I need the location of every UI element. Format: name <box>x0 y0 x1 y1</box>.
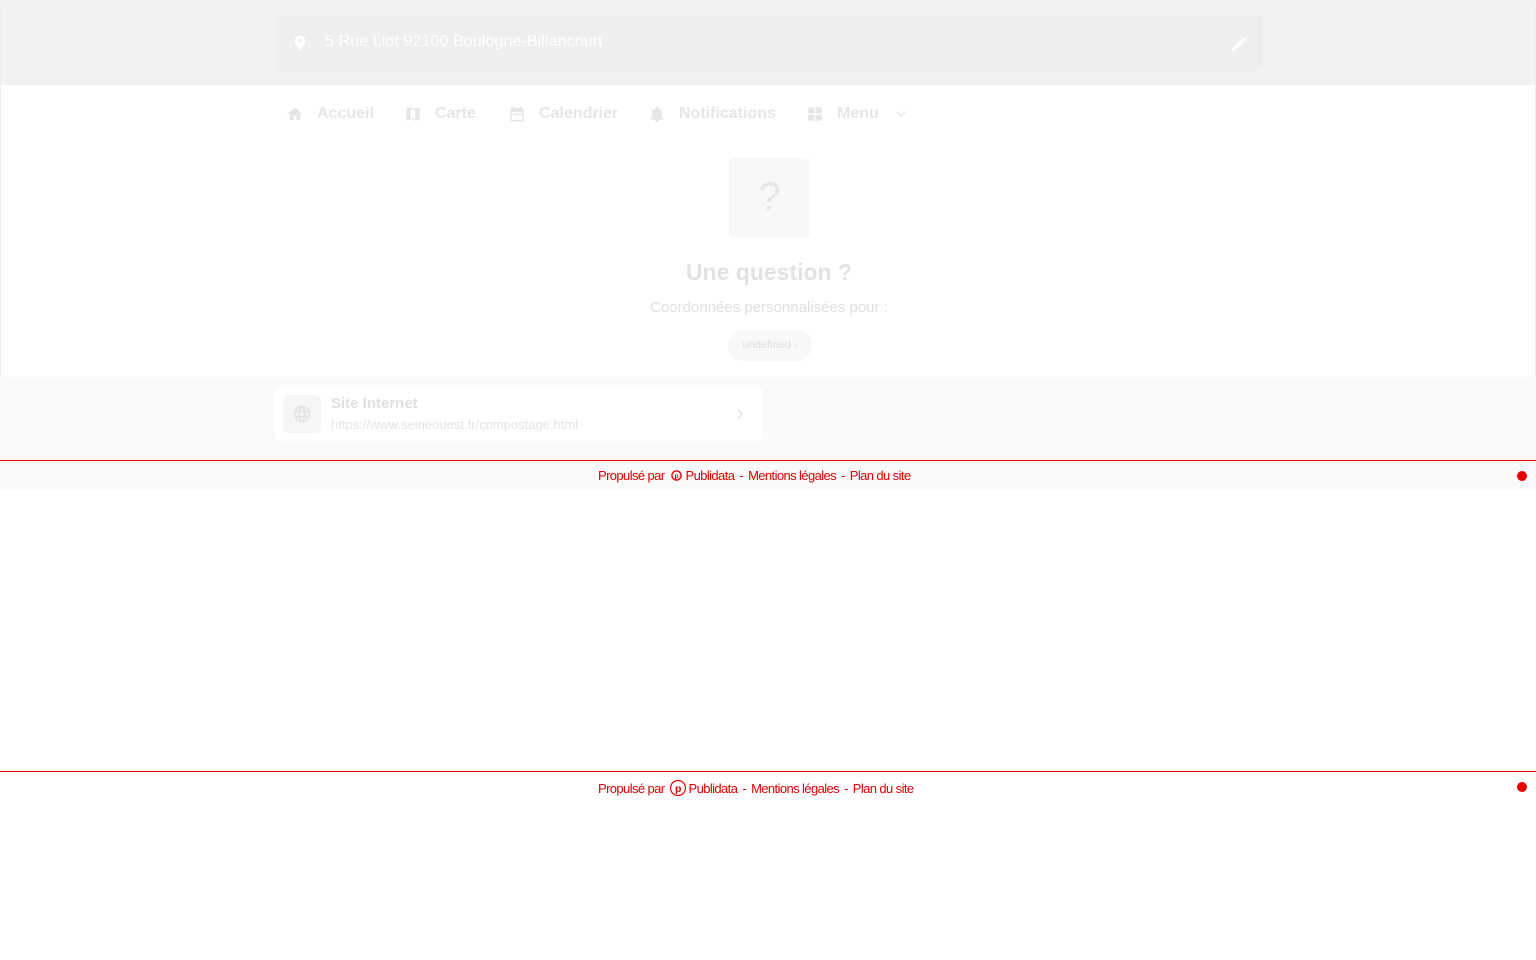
footer-links: Propulsé par p Publidata - Mentions léga… <box>598 468 911 483</box>
footer-bar: Propulsé par p Publidata - Mentions léga… <box>0 460 1536 490</box>
status-dot <box>1517 471 1527 481</box>
footer-separator: - <box>742 780 747 796</box>
nav-item-carte[interactable]: Carte <box>404 102 476 126</box>
globe-icon <box>293 405 311 423</box>
nav-label: Accueil <box>317 105 374 122</box>
nav-label: Notifications <box>679 105 776 122</box>
publidata-link[interactable]: Publidata <box>689 781 738 796</box>
location-pin-icon <box>294 35 306 51</box>
website-card[interactable]: Site Internet https://www.seineouest.fr/… <box>275 387 763 441</box>
nav-item-accueil[interactable]: Accueil <box>286 102 374 126</box>
chevron-down-icon <box>896 111 906 117</box>
address-bar[interactable]: 5 Rue Liot 92100 Boulogne-Billancourt <box>276 15 1263 71</box>
chevron-right-icon <box>737 409 744 419</box>
home-icon <box>287 107 303 120</box>
svg-text:p: p <box>674 473 678 480</box>
pencil-icon <box>1232 37 1246 51</box>
publidata-logo-icon: p <box>670 470 682 481</box>
powered-by-label: Propulsé par <box>598 468 665 483</box>
address-text: 5 Rue Liot 92100 Boulogne-Billancourt <box>325 33 603 50</box>
legal-notice-link[interactable]: Mentions légales <box>751 781 840 796</box>
question-subtitle: Coordonnées personnalisées pour : <box>650 299 888 316</box>
main-nav: Accueil Carte Calendrier Notifications M… <box>0 85 1536 141</box>
location-pill[interactable]: undefined - <box>728 330 812 361</box>
header-band: 5 Rue Liot 92100 Boulogne-Billancourt <box>0 0 1536 85</box>
powered-by-label: Propulsé par <box>598 780 665 796</box>
footer-links: Propulsé par p Publidata - Mentions léga… <box>598 779 914 797</box>
alarm-bell-icon <box>650 106 664 122</box>
question-section: ? Une question ? Coordonnées personnalis… <box>0 141 1536 377</box>
nav-label: Carte <box>435 105 476 122</box>
sitemap-link[interactable]: Plan du site <box>853 781 914 796</box>
svg-text:p: p <box>675 783 681 795</box>
website-icon-box <box>283 395 321 433</box>
grid-icon <box>808 107 822 121</box>
footer-separator: - <box>841 468 845 483</box>
footer-separator: - <box>739 468 744 483</box>
publidata-link[interactable]: Publidata <box>686 468 735 483</box>
status-dot <box>1517 782 1527 792</box>
footer-bar-duplicate: Propulsé par p Publidata - Mentions léga… <box>0 771 1536 801</box>
legal-notice-link[interactable]: Mentions légales <box>748 468 837 483</box>
website-title: Site Internet <box>331 395 418 412</box>
question-icon-box: ? <box>729 158 810 237</box>
question-mark-icon: ? <box>758 175 781 219</box>
page: 5 Rue Liot 92100 Boulogne-Billancourt Ac… <box>0 0 1536 960</box>
publidata-logo-icon: p <box>669 779 687 797</box>
nav-label: Calendrier <box>539 105 619 122</box>
edit-address-button[interactable] <box>1228 33 1250 55</box>
nav-item-calendrier[interactable]: Calendrier <box>508 102 618 126</box>
question-title: Une question ? <box>685 259 853 285</box>
nav-label: Menu <box>837 105 879 122</box>
website-url[interactable]: https://www.seineouest.fr/compostage.htm… <box>331 417 578 432</box>
nav-item-menu[interactable]: Menu <box>806 102 910 126</box>
map-icon <box>406 107 420 121</box>
nav-item-notifications[interactable]: Notifications <box>648 102 776 126</box>
footer-separator: - <box>844 780 848 796</box>
sitemap-link[interactable]: Plan du site <box>850 468 911 483</box>
calendar-icon <box>510 106 524 122</box>
contact-band: Site Internet https://www.seineouest.fr/… <box>0 377 1536 460</box>
